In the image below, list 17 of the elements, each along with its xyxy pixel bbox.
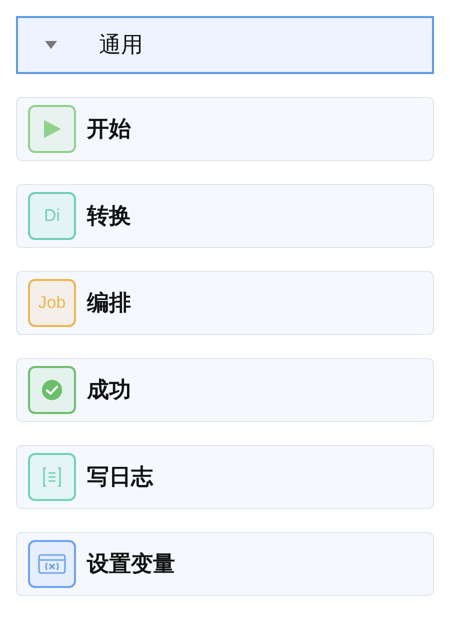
node-label: 成功 <box>87 377 131 405</box>
group-header[interactable]: 通用 <box>16 16 434 74</box>
node-item[interactable]: 开始 <box>16 97 434 161</box>
label-icon: Job <box>28 279 76 327</box>
node-label: 转换 <box>87 203 131 231</box>
label-icon: Di <box>28 192 76 240</box>
caret-icon <box>45 41 57 49</box>
node-label: 写日志 <box>87 464 153 492</box>
node-item[interactable]: 成功 <box>16 358 434 422</box>
group-title: 通用 <box>99 32 143 60</box>
node-item[interactable]: 写日志 <box>16 445 434 509</box>
node-label: 开始 <box>87 116 131 144</box>
node-item[interactable]: Job 编排 <box>16 271 434 335</box>
node-item[interactable]: 设置变量 <box>16 532 434 596</box>
node-label: 编排 <box>87 290 131 318</box>
node-label: 设置变量 <box>87 550 175 579</box>
node-item[interactable]: Di 转换 <box>16 184 434 248</box>
